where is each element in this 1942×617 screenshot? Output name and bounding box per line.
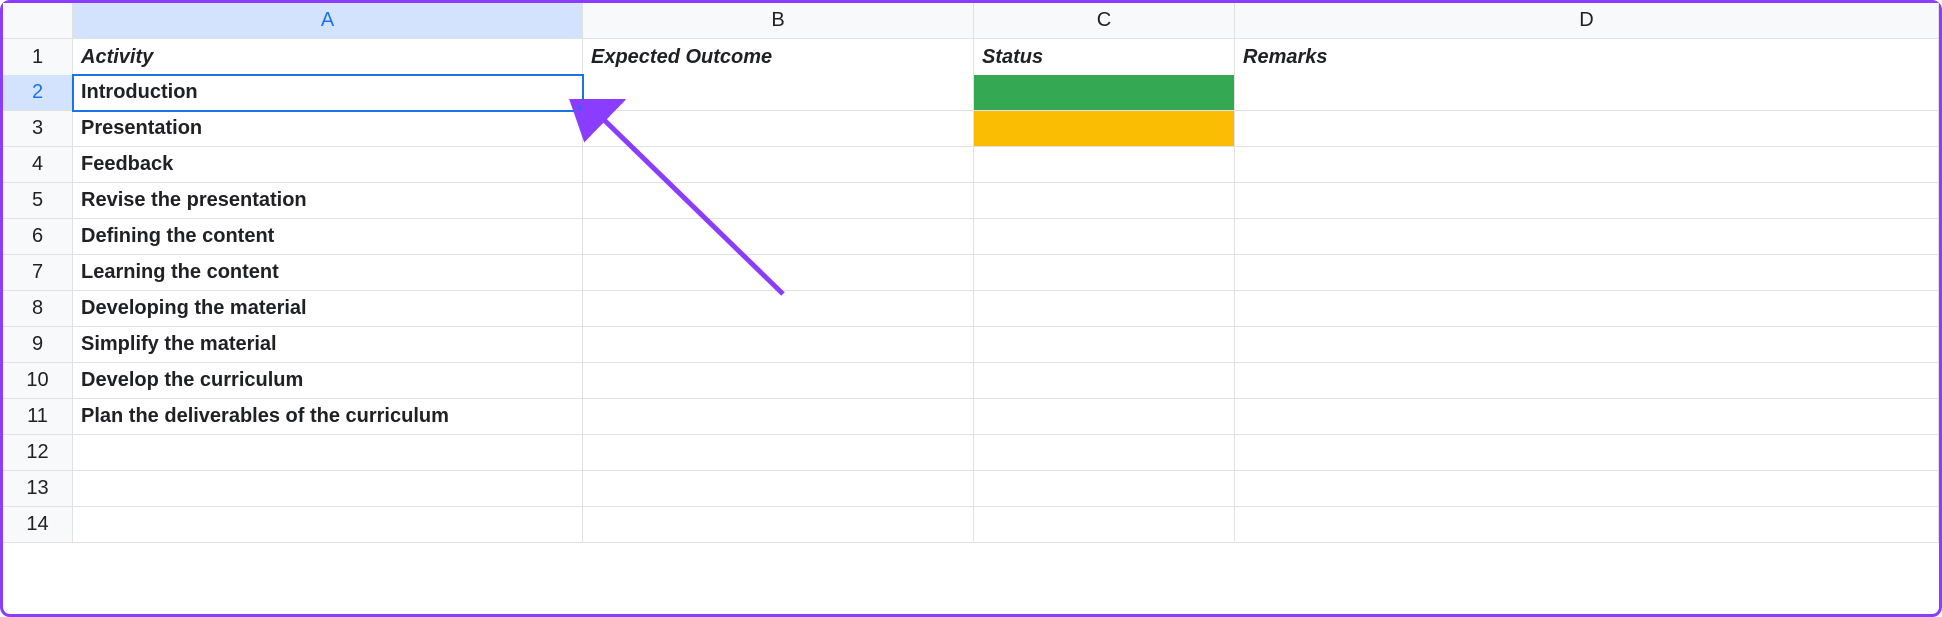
cell-d10[interactable]: [1235, 363, 1939, 399]
cell-c3[interactable]: [974, 111, 1235, 147]
cell-d6[interactable]: [1235, 219, 1939, 255]
cell-b7[interactable]: [583, 255, 974, 291]
cell-d4[interactable]: [1235, 147, 1939, 183]
cell-a14[interactable]: [73, 507, 583, 543]
col-header-b[interactable]: B: [583, 3, 974, 39]
cell-c7[interactable]: [974, 255, 1235, 291]
cell-c6[interactable]: [974, 219, 1235, 255]
cell-d9[interactable]: [1235, 327, 1939, 363]
row-header-9[interactable]: 9: [3, 327, 73, 363]
cell-b3[interactable]: [583, 111, 974, 147]
cell-d5[interactable]: [1235, 183, 1939, 219]
cell-d13[interactable]: [1235, 471, 1939, 507]
cell-d8[interactable]: [1235, 291, 1939, 327]
fill-handle[interactable]: [578, 106, 583, 111]
row-header-3[interactable]: 3: [3, 111, 73, 147]
cell-b10[interactable]: [583, 363, 974, 399]
row-header-11[interactable]: 11: [3, 399, 73, 435]
cell-c11[interactable]: [974, 399, 1235, 435]
cell-c12[interactable]: [974, 435, 1235, 471]
spreadsheet-grid: A B C D 1 Activity Expected Outcome Stat…: [3, 3, 1939, 543]
cell-c9[interactable]: [974, 327, 1235, 363]
cell-a10[interactable]: Develop the curriculum: [73, 363, 583, 399]
cell-a9[interactable]: Simplify the material: [73, 327, 583, 363]
cell-b11[interactable]: [583, 399, 974, 435]
cell-a12[interactable]: [73, 435, 583, 471]
row-header-4[interactable]: 4: [3, 147, 73, 183]
select-all-corner[interactable]: [3, 3, 73, 39]
cell-b1[interactable]: Expected Outcome: [583, 39, 974, 77]
cell-b14[interactable]: [583, 507, 974, 543]
row-header-14[interactable]: 14: [3, 507, 73, 543]
row-header-10[interactable]: 10: [3, 363, 73, 399]
cell-a7[interactable]: Learning the content: [73, 255, 583, 291]
cell-a5[interactable]: Revise the presentation: [73, 183, 583, 219]
cell-b5[interactable]: [583, 183, 974, 219]
cell-a11[interactable]: Plan the deliverables of the curriculum: [73, 399, 583, 435]
col-header-a[interactable]: A: [73, 3, 583, 39]
cell-a6[interactable]: Defining the content: [73, 219, 583, 255]
row-header-8[interactable]: 8: [3, 291, 73, 327]
cell-b12[interactable]: [583, 435, 974, 471]
cell-a4[interactable]: Feedback: [73, 147, 583, 183]
cell-a2[interactable]: Introduction: [73, 75, 583, 111]
row-header-1[interactable]: 1: [3, 39, 73, 77]
row-header-5[interactable]: 5: [3, 183, 73, 219]
row-header-6[interactable]: 6: [3, 219, 73, 255]
cell-c14[interactable]: [974, 507, 1235, 543]
cell-d2[interactable]: [1235, 75, 1939, 111]
cell-d7[interactable]: [1235, 255, 1939, 291]
cell-c5[interactable]: [974, 183, 1235, 219]
cell-a8[interactable]: Developing the material: [73, 291, 583, 327]
row-header-13[interactable]: 13: [3, 471, 73, 507]
cell-d14[interactable]: [1235, 507, 1939, 543]
cell-d1[interactable]: Remarks: [1235, 39, 1939, 77]
cell-b9[interactable]: [583, 327, 974, 363]
cell-a2-text: Introduction: [81, 81, 198, 104]
cell-b8[interactable]: [583, 291, 974, 327]
cell-c13[interactable]: [974, 471, 1235, 507]
col-header-d[interactable]: D: [1235, 3, 1939, 39]
cell-c2[interactable]: [974, 75, 1235, 111]
cell-b4[interactable]: [583, 147, 974, 183]
cell-b13[interactable]: [583, 471, 974, 507]
cell-c1[interactable]: Status: [974, 39, 1235, 77]
cell-b6[interactable]: [583, 219, 974, 255]
col-header-c[interactable]: C: [974, 3, 1235, 39]
cell-d3[interactable]: [1235, 111, 1939, 147]
cell-a1[interactable]: Activity: [73, 39, 583, 77]
cell-a3[interactable]: Presentation: [73, 111, 583, 147]
cell-b2[interactable]: [583, 75, 974, 111]
cell-a13[interactable]: [73, 471, 583, 507]
row-header-7[interactable]: 7: [3, 255, 73, 291]
cell-d12[interactable]: [1235, 435, 1939, 471]
row-header-12[interactable]: 12: [3, 435, 73, 471]
cell-d11[interactable]: [1235, 399, 1939, 435]
row-header-2[interactable]: 2: [3, 75, 73, 111]
cell-c10[interactable]: [974, 363, 1235, 399]
cell-c8[interactable]: [974, 291, 1235, 327]
cell-c4[interactable]: [974, 147, 1235, 183]
